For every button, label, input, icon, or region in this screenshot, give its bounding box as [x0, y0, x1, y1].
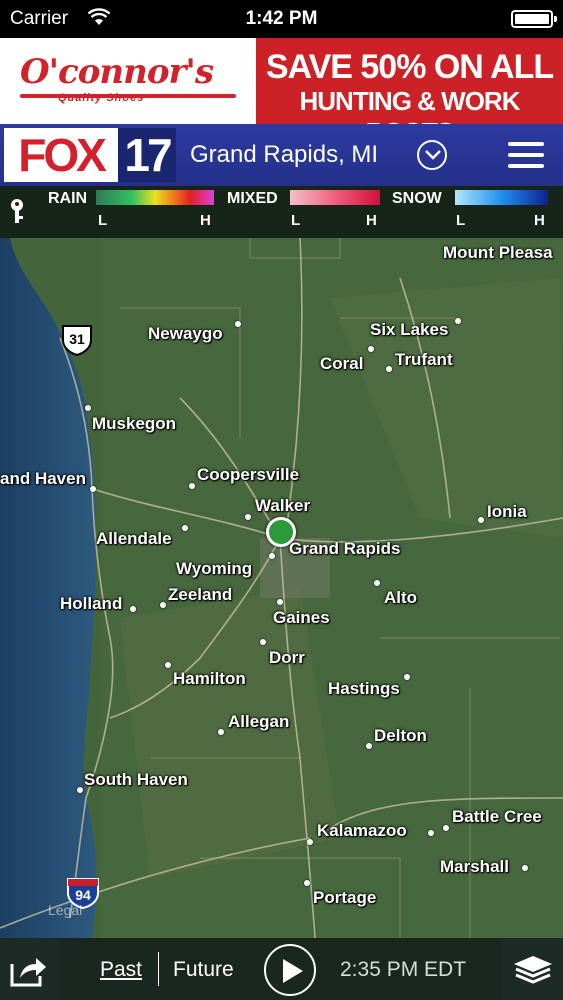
city-label: Hamilton	[173, 669, 246, 688]
snow-label: SNOW	[392, 190, 442, 207]
rain-low: L	[98, 212, 108, 229]
battery-icon	[511, 10, 557, 28]
city-label: South Haven	[84, 770, 188, 789]
radar-map[interactable]: 31 94 Mount Pleasa Newaygo Six Lakes Cor…	[0, 238, 563, 938]
key-icon[interactable]	[8, 198, 26, 224]
ad-promo: SAVE 50% ON ALL HUNTING & WORK BOOTS	[256, 38, 563, 147]
city-label: Muskegon	[92, 414, 177, 433]
city-label: Newaygo	[148, 324, 223, 343]
city-label: Six Lakes	[370, 320, 449, 339]
city-label: Battle Cree	[452, 807, 542, 826]
status-bar: Carrier 1:42 PM	[0, 0, 563, 38]
app-header: FOX 17 Grand Rapids, MI	[0, 124, 563, 186]
city-label: Allegan	[228, 712, 290, 731]
rain-label: RAIN	[48, 190, 88, 207]
city-label: Holland	[60, 594, 123, 613]
ad-brand-name: O'connor's	[20, 52, 214, 92]
legal-link[interactable]: Legal	[48, 902, 82, 918]
mixed-ramp	[290, 190, 380, 205]
city-label: Portage	[313, 888, 377, 907]
snow-low: L	[456, 212, 466, 229]
radar-timestamp: 2:35 PM EDT	[340, 958, 467, 981]
rain-ramp	[96, 190, 214, 205]
location-name[interactable]: Grand Rapids, MI	[190, 141, 378, 169]
city-label: Coral	[320, 354, 364, 373]
ad-promo-line1: SAVE 50% ON ALL	[265, 48, 554, 86]
city-label: Grand Rapids	[289, 539, 401, 558]
us-route-shield: 31	[60, 324, 94, 356]
logo-word: FOX	[4, 128, 118, 182]
future-toggle[interactable]: Future	[173, 958, 234, 982]
city-label: Zeeland	[168, 585, 233, 604]
play-button[interactable]	[264, 944, 316, 996]
ad-brand-tagline: Quality Shoes	[58, 92, 145, 104]
city-label: Gaines	[273, 608, 330, 627]
mixed-low: L	[291, 212, 301, 229]
mixed-high: H	[366, 212, 377, 229]
ad-brand-logo: O'connor's Quality Shoes	[0, 38, 256, 124]
location-chevron-icon[interactable]	[417, 140, 447, 170]
city-label: Ionia	[487, 502, 527, 521]
clock: 1:42 PM	[245, 8, 318, 29]
interstate-number: 94	[75, 887, 91, 903]
toggle-divider	[158, 952, 159, 986]
hamburger-menu-icon[interactable]	[508, 140, 546, 170]
snow-ramp	[455, 190, 548, 205]
city-label: Dorr	[269, 648, 305, 667]
fox17-logo: FOX 17	[0, 128, 178, 182]
layers-icon	[514, 956, 552, 984]
layers-button[interactable]	[502, 938, 563, 1000]
mixed-label: MIXED	[227, 190, 278, 207]
city-label: Trufant	[395, 350, 453, 369]
share-icon	[10, 958, 46, 987]
city-label: Wyoming	[176, 559, 253, 578]
share-button[interactable]	[0, 938, 60, 1000]
us-route-number: 31	[69, 331, 85, 347]
city-label: Coopersville	[197, 465, 300, 484]
rain-high: H	[200, 212, 211, 229]
precip-legend: RAIN L H MIXED L H SNOW L H	[0, 186, 563, 238]
playback-bar: Past Future 2:35 PM EDT	[0, 938, 563, 1000]
play-icon	[283, 959, 303, 983]
logo-number: 17	[118, 128, 176, 182]
snow-high: H	[534, 212, 545, 229]
city-label: Kalamazoo	[317, 821, 407, 840]
city-label: Mount Pleasa	[443, 243, 553, 262]
city-label: and Haven	[0, 469, 86, 488]
city-label: Marshall	[440, 857, 509, 876]
city-label: Allendale	[96, 529, 172, 548]
city-label: Walker	[255, 496, 311, 515]
past-toggle[interactable]: Past	[100, 958, 142, 982]
ad-banner[interactable]: O'connor's Quality Shoes SAVE 50% ON ALL…	[0, 38, 563, 147]
city-label: Delton	[374, 726, 427, 745]
city-label: Alto	[384, 588, 418, 607]
city-label: Hastings	[328, 679, 400, 698]
